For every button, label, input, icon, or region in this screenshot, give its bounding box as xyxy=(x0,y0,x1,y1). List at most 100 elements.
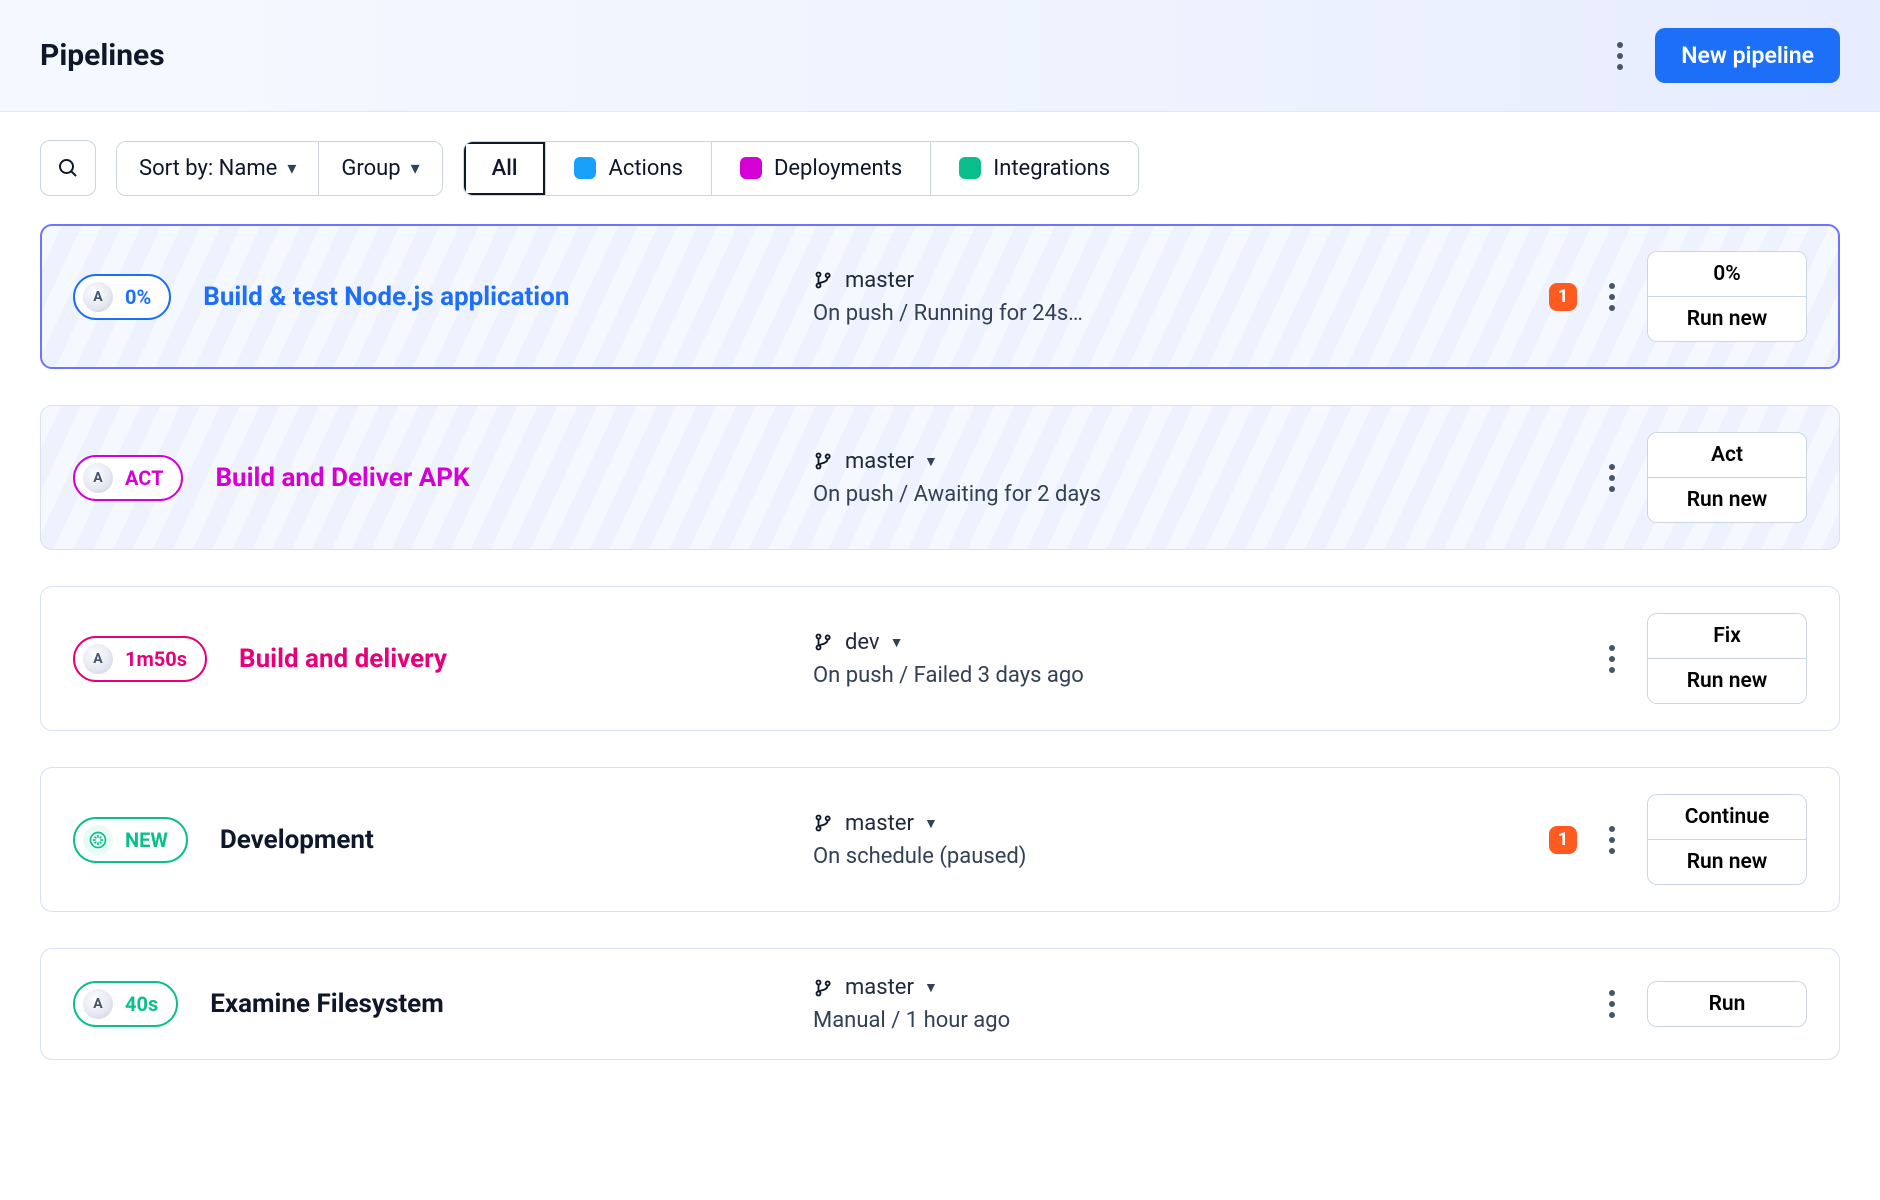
pipeline-card-middle: master▼ On schedule (paused) xyxy=(813,811,1529,869)
pipeline-title[interactable]: Build and delivery xyxy=(239,644,447,674)
pipeline-avatar: A xyxy=(83,644,113,674)
branch-icon xyxy=(813,269,835,291)
pipeline-menu-button[interactable] xyxy=(1599,980,1625,1028)
caret-down-icon: ▼ xyxy=(890,634,904,651)
pipeline-branch-label: master xyxy=(845,975,914,1000)
pipeline-action-button[interactable]: Run new xyxy=(1648,839,1806,884)
search-button[interactable] xyxy=(40,140,96,196)
pipeline-status-text: On push / Failed 3 days ago xyxy=(813,663,1579,688)
pipeline-title[interactable]: Build & test Node.js application xyxy=(203,282,569,312)
pipeline-status-pill[interactable]: NEW xyxy=(73,817,188,863)
header-actions: New pipeline xyxy=(1607,28,1840,83)
filter-tab-label: Actions xyxy=(608,156,682,181)
pipeline-card-middle: master▼ Manual / 1 hour ago xyxy=(813,975,1579,1033)
pipeline-action-button[interactable]: Run new xyxy=(1648,658,1806,703)
pipeline-avatar: A xyxy=(83,989,113,1019)
pipeline-card-middle: dev▼ On push / Failed 3 days ago xyxy=(813,630,1579,688)
pipeline-title[interactable]: Build and Deliver APK xyxy=(215,463,469,493)
pipeline-title[interactable]: Development xyxy=(220,825,374,855)
branch-icon xyxy=(813,450,835,472)
pipeline-card-left: A 1m50s Build and delivery xyxy=(73,636,793,682)
pipeline-action-button[interactable]: 0% xyxy=(1648,252,1806,296)
filter-tab-deployments[interactable]: Deployments xyxy=(711,142,930,195)
pipeline-branch-label: master xyxy=(845,268,914,293)
pipeline-branch-row[interactable]: master▼ xyxy=(813,811,1529,836)
branch-icon xyxy=(813,812,835,834)
pipeline-title[interactable]: Examine Filesystem xyxy=(210,989,443,1019)
pipeline-card-left: AACT Build and Deliver APK xyxy=(73,455,793,501)
pipeline-action-button[interactable]: Run new xyxy=(1648,477,1806,522)
pipeline-list: A0%Build & test Node.js applicationmaste… xyxy=(0,224,1880,1120)
page-header: Pipelines New pipeline xyxy=(0,0,1880,112)
branch-icon xyxy=(813,977,835,999)
pipeline-action-button[interactable]: Run xyxy=(1648,982,1806,1026)
pipeline-status-text: On schedule (paused) xyxy=(813,844,1529,869)
pipeline-card-right: 1 ContinueRun new xyxy=(1549,794,1807,885)
pipeline-action-button[interactable]: Act xyxy=(1648,433,1806,477)
pipeline-menu-button[interactable] xyxy=(1599,816,1625,864)
new-pipeline-button[interactable]: New pipeline xyxy=(1655,28,1840,83)
pipeline-card-middle: master On push / Running for 24s… xyxy=(813,268,1529,326)
chevron-down-icon: ▾ xyxy=(287,158,296,179)
pipeline-status-text: Manual / 1 hour ago xyxy=(813,1008,1579,1033)
kebab-dot-icon xyxy=(1617,53,1623,59)
sort-button[interactable]: Sort by: Name ▾ xyxy=(117,142,318,195)
pipeline-pill-label: 40s xyxy=(125,992,158,1016)
sort-group-controls: Sort by: Name ▾ Group ▾ xyxy=(116,141,443,196)
pipeline-card-left: NEW Development xyxy=(73,817,793,863)
pipeline-action-button[interactable]: Continue xyxy=(1648,795,1806,839)
filter-tab-integrations[interactable]: Integrations xyxy=(930,142,1138,195)
pipeline-action-group: ContinueRun new xyxy=(1647,794,1807,885)
pipeline-avatar: A xyxy=(83,282,113,312)
pipeline-card-middle: master ▼ On push / Awaiting for 2 days xyxy=(813,449,1579,507)
pipeline-action-button[interactable]: Fix xyxy=(1648,614,1806,658)
pipeline-status-pill[interactable]: A0% xyxy=(73,274,171,320)
caret-down-icon: ▼ xyxy=(924,453,938,470)
pipeline-menu-button[interactable] xyxy=(1599,635,1625,683)
swatch-icon xyxy=(959,157,981,179)
pipeline-status-pill[interactable]: AACT xyxy=(73,455,183,501)
filter-tab-label: All xyxy=(492,156,518,181)
pipeline-status-pill[interactable]: A 1m50s xyxy=(73,636,207,682)
pipeline-status-pill[interactable]: A 40s xyxy=(73,981,178,1027)
toolbar: Sort by: Name ▾ Group ▾ All Actions Depl… xyxy=(0,112,1880,224)
pipeline-branch-row[interactable]: master▼ xyxy=(813,975,1579,1000)
pipeline-card[interactable]: A0%Build & test Node.js applicationmaste… xyxy=(40,224,1840,369)
pipeline-avatar: A xyxy=(83,463,113,493)
pipeline-card[interactable]: AACT Build and Deliver APK master ▼ On push … xyxy=(40,405,1840,550)
gear-icon xyxy=(88,830,108,850)
filter-tab-all[interactable]: All xyxy=(464,142,546,195)
pipeline-branch-row[interactable]: master ▼ xyxy=(813,449,1579,474)
pipeline-menu-button[interactable] xyxy=(1599,273,1625,321)
pipeline-card[interactable]: A 40s Examine Filesystem master▼ Manual / 1 … xyxy=(40,948,1840,1060)
filter-tab-actions[interactable]: Actions xyxy=(545,142,710,195)
pipeline-menu-button[interactable] xyxy=(1599,454,1625,502)
pipeline-pill-label: NEW xyxy=(125,828,168,852)
pipeline-branch-row: master xyxy=(813,268,1529,293)
header-menu-button[interactable] xyxy=(1607,32,1633,80)
pipeline-card-right: 1 0%Run new xyxy=(1549,251,1807,342)
kebab-dot-icon xyxy=(1617,64,1623,70)
group-label: Group xyxy=(341,156,400,181)
swatch-icon xyxy=(740,157,762,179)
search-icon xyxy=(56,156,80,180)
pipeline-branch-row[interactable]: dev▼ xyxy=(813,630,1579,655)
pipeline-avatar xyxy=(83,825,113,855)
pipeline-action-group: ActRun new xyxy=(1647,432,1807,523)
pipeline-card[interactable]: A 1m50s Build and delivery dev▼ On push / Fa… xyxy=(40,586,1840,731)
pipeline-card[interactable]: NEW Development master▼ On schedule (paused… xyxy=(40,767,1840,912)
pipeline-card-right: FixRun new xyxy=(1599,613,1807,704)
group-button[interactable]: Group ▾ xyxy=(318,142,441,195)
alert-badge[interactable]: 1 xyxy=(1549,826,1577,854)
pipeline-card-left: A0% Build & test Node.js application xyxy=(73,274,793,320)
filter-tabs: All Actions Deployments Integrations xyxy=(463,141,1140,196)
pipeline-pill-label: 1m50s xyxy=(125,647,187,671)
pipeline-branch-label: master xyxy=(845,449,914,474)
pipeline-card-left: A 40s Examine Filesystem xyxy=(73,981,793,1027)
pipeline-status-text: On push / Running for 24s… xyxy=(813,301,1529,326)
pipeline-action-button[interactable]: Run new xyxy=(1648,296,1806,341)
sort-label: Sort by: Name xyxy=(139,156,277,181)
pipeline-status-text: On push / Awaiting for 2 days xyxy=(813,482,1579,507)
alert-badge[interactable]: 1 xyxy=(1549,283,1577,311)
branch-icon xyxy=(813,631,835,653)
